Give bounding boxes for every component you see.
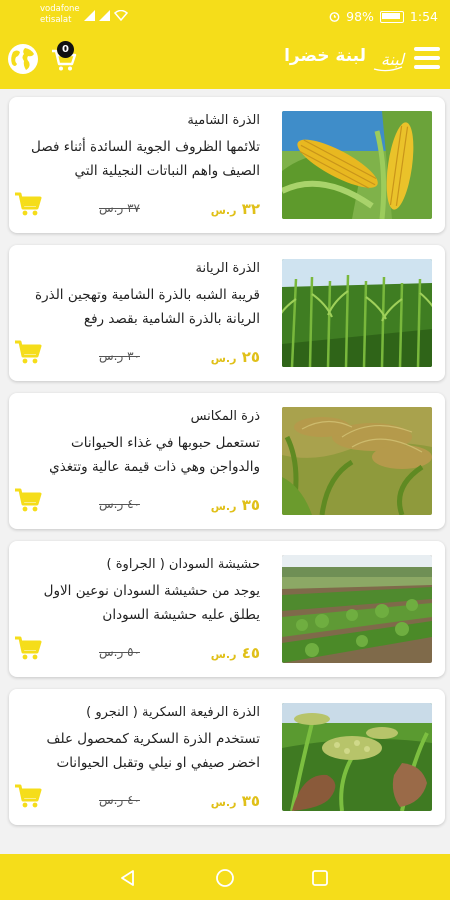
app-logo: لبنة [373,50,406,72]
wifi-icon [114,10,128,21]
product-card[interactable]: حشيشة السودان ( الجراوة ) يوجد من حشيشة … [9,541,445,677]
language-globe-icon[interactable] [7,43,39,75]
price-value: ٣٥ [241,496,260,514]
product-image-green-field [282,259,432,367]
price-value: ٢٥ [241,348,260,366]
product-price: ٣٢ ر.س [211,200,260,218]
product-name: الذرة الرفيعة السكرية ( النجرو ) [86,705,260,720]
alarm-icon [329,12,340,22]
price-value: ٣٢ [241,200,260,218]
add-to-cart-icon[interactable] [14,635,42,661]
price-currency: ر.س [210,648,237,661]
carrier-line-2: etisalat [40,15,72,25]
signal-icons [84,10,128,21]
add-to-cart-icon[interactable] [14,487,42,513]
product-list: الذرة الشامية تلائمها الظروف الجوية السا… [9,97,445,837]
product-old-price: ٤٠ ر.س [99,497,140,511]
carrier-line-1: vodafone [40,4,80,14]
status-right: 98% 1:54 [329,9,438,24]
add-to-cart-icon[interactable] [14,783,42,809]
product-old-price: ٣٠ ر.س [99,349,140,363]
product-image-broomcorn [282,407,432,515]
product-name: الذرة الشامية [187,113,260,128]
price-value: ٤٥ [241,644,260,662]
add-to-cart-icon[interactable] [14,191,42,217]
product-card[interactable]: الذرة الشامية تلائمها الظروف الجوية السا… [9,97,445,233]
price-currency: ر.س [210,204,237,217]
product-old-price: ٣٧ ر.س [99,201,140,215]
product-old-price: ٥٠ ر.س [99,645,140,659]
product-price: ٢٥ ر.س [211,348,260,366]
product-description: قريبة الشبه بالذرة الشامية وتهجين الذرة … [35,287,260,327]
price-value: ٣٥ [241,792,260,810]
logo-text: لبنة [381,50,406,69]
product-image-field-rows [282,555,432,663]
product-price: ٤٥ ر.س [211,644,260,662]
price-currency: ر.س [210,796,237,809]
battery-percent: 98% [346,9,374,24]
price-currency: ر.س [210,352,237,365]
product-old-price: ٤٠ ر.س [99,793,140,807]
home-icon[interactable] [215,868,235,888]
carrier-info: vodafone etisalat [40,4,80,26]
product-card[interactable]: الذرة الريانة قريبة الشبه بالذرة الشامية… [9,245,445,381]
cart-count-badge: 0 [57,41,74,58]
app-bar: 0 لبنة خضرا لبنة [0,33,450,89]
menu-icon[interactable] [414,47,440,73]
product-description: يوجد من حشيشة السودان نوعين الاول يطلق ع… [43,583,260,623]
product-description: تستعمل حبوبها في غذاء الحيوانات والدواجن… [49,435,260,475]
product-description: تلائمها الظروف الجوية السائدة أثناء فصل … [31,139,260,179]
add-to-cart-icon[interactable] [14,339,42,365]
recent-apps-icon[interactable] [310,868,330,888]
product-card[interactable]: الذرة الرفيعة السكرية ( النجرو ) تستخدم … [9,689,445,825]
system-nav-bar [0,854,450,900]
clock: 1:54 [409,9,438,24]
product-image-sorghum-hand [282,703,432,811]
product-card[interactable]: ذرة المكانس تستعمل حبوبها في غذاء الحيوا… [9,393,445,529]
product-name: ذرة المكانس [190,409,260,424]
battery-icon [379,10,404,23]
product-description: تستخدم الذرة السكرية كمحصول علف اخضر صيف… [46,731,260,771]
product-price: ٣٥ ر.س [211,496,260,514]
signal-icon [84,10,95,21]
signal-icon [99,10,110,21]
product-image-corn-cobs [282,111,432,219]
product-name: حشيشة السودان ( الجراوة ) [106,557,260,572]
price-currency: ر.س [210,500,237,513]
back-icon[interactable] [118,868,138,888]
app-title: لبنة خضرا [284,46,366,66]
status-bar: vodafone etisalat 98% 1:54 [0,0,450,33]
product-name: الذرة الريانة [195,261,260,276]
product-price: ٣٥ ر.س [211,792,260,810]
